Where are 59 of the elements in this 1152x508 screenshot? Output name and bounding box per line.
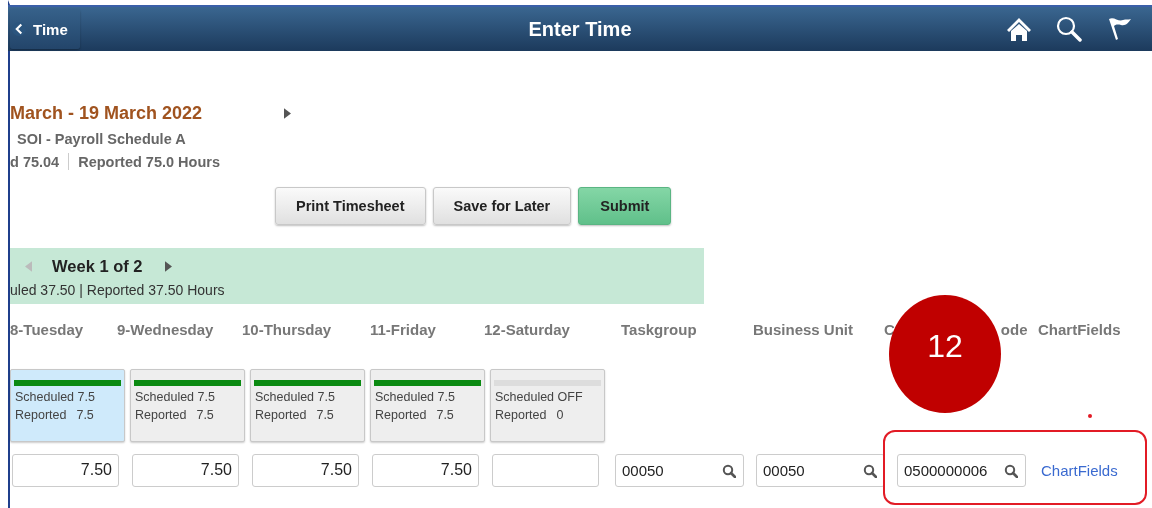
scheduled-hours: Scheduled 7.5 [375, 390, 456, 404]
column-header: Business Unit [753, 321, 854, 340]
reported-total: Reported 75.0 Hours [78, 153, 220, 170]
schedule-name: SOI - Payroll Schedule A [16, 131, 187, 147]
lookup-field[interactable]: 0500000006 [897, 453, 1026, 487]
action-button[interactable]: Save for Later [432, 187, 572, 225]
column-header: C [884, 321, 895, 340]
column-header: Taskgroup [621, 321, 697, 340]
page-title: Enter Time [527, 17, 633, 41]
reported-hours: 7.5 [196, 408, 214, 422]
reported-label: Reported [135, 408, 187, 422]
scheduled-hours: Scheduled 7.5 [15, 390, 96, 404]
search-icon[interactable] [1004, 463, 1018, 478]
search-icon[interactable] [722, 463, 736, 478]
reported-hours: 7.5 [436, 408, 454, 422]
reported-label: Reported [15, 408, 67, 422]
day-card[interactable]: Scheduled 7.5 Reported 7.5 [10, 369, 125, 442]
flag-icon[interactable] [1106, 16, 1132, 42]
column-header: ChartFields [1038, 321, 1121, 340]
column-header: 11-Friday [370, 321, 436, 340]
scheduled-hours: Scheduled 7.5 [135, 390, 216, 404]
hours-field[interactable]: 7.50 [372, 453, 479, 487]
reported-hours: 7.5 [76, 408, 94, 422]
column-header: 9-Wednesday [117, 321, 214, 340]
period-title: March - 19 March 2022 [10, 102, 203, 124]
search-icon[interactable] [863, 463, 877, 478]
day-card[interactable]: Scheduled 7.5 Reported 7.5 [370, 369, 485, 442]
column-header: 12-Saturday [484, 321, 570, 340]
search-icon[interactable] [1056, 16, 1082, 42]
reported-hours: 7.5 [316, 408, 334, 422]
column-header: ode [1000, 321, 1028, 340]
lookup-field[interactable]: 00050 [615, 453, 744, 487]
chartfields-link[interactable]: ChartFields [1041, 461, 1118, 479]
week-title: Week 1 of 2 [52, 256, 143, 276]
action-button[interactable]: Print Timesheet [275, 187, 426, 225]
submit-button[interactable]: Submit [578, 187, 672, 225]
reported-label: Reported [495, 408, 547, 422]
week-summary: uled 37.50 | Reported 37.50 Hours [10, 282, 226, 298]
reported-label: Reported [255, 408, 307, 422]
reported-hours: 0 [556, 408, 564, 422]
lookup-field[interactable]: 00050 [756, 453, 885, 487]
day-card[interactable]: Scheduled 7.5 Reported 7.5 [130, 369, 245, 442]
reported-label: Reported [375, 408, 427, 422]
hours-field[interactable]: 7.50 [132, 453, 239, 487]
hours-field[interactable]: 7.50 [12, 453, 119, 487]
annotation-dot [1088, 414, 1092, 418]
hours-field[interactable] [492, 453, 599, 487]
scheduled-hours: Scheduled OFF [495, 390, 584, 404]
scheduled-hours: Scheduled 7.5 [255, 390, 336, 404]
next-week-arrow-icon[interactable] [165, 260, 173, 272]
day-card[interactable]: Scheduled 7.5 Reported 7.5 [250, 369, 365, 442]
hours-field[interactable]: 7.50 [252, 453, 359, 487]
day-card[interactable]: Scheduled OFF Reported 0 [490, 369, 605, 442]
column-header: 8-Tuesday [10, 321, 84, 340]
column-header: 10-Thursday [242, 321, 332, 340]
home-icon[interactable] [1006, 16, 1032, 42]
back-button[interactable]: Time [10, 9, 80, 49]
scheduled-total: d 75.04 [10, 153, 60, 170]
next-period-arrow-icon[interactable] [284, 107, 292, 119]
